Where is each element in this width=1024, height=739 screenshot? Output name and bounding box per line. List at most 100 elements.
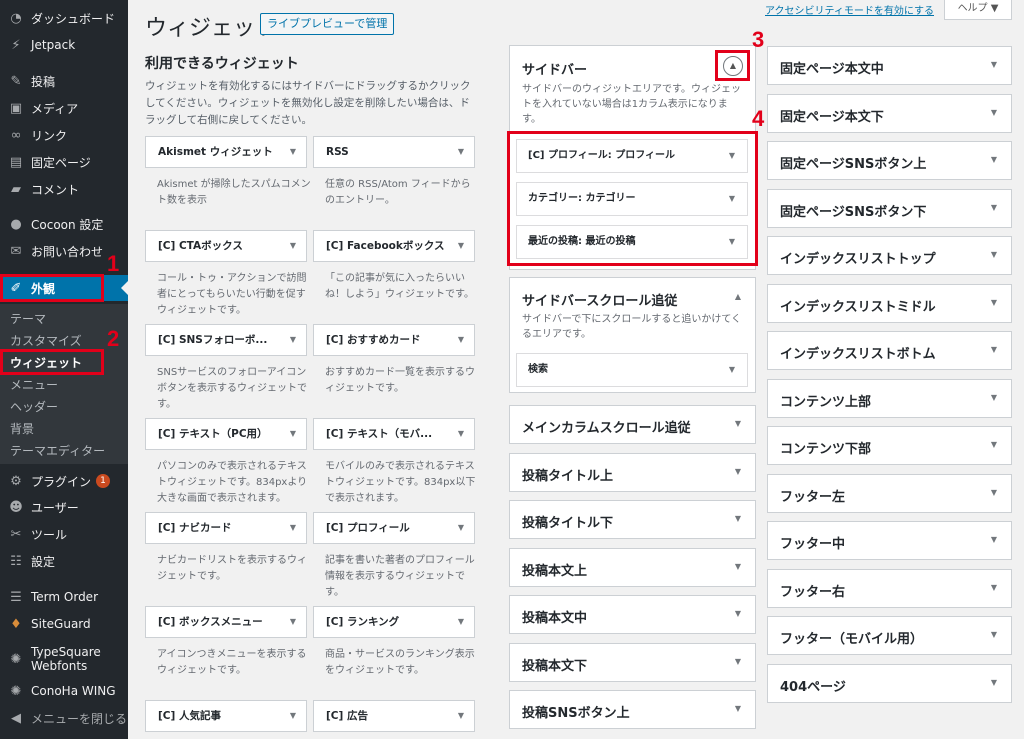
widget-area[interactable]: 固定ページSNSボタン上 ▼ xyxy=(767,141,1012,180)
menu-dashboard[interactable]: ◔ ダッシュボード xyxy=(0,5,128,31)
available-widget[interactable]: [C] 広告 ▼ xyxy=(313,700,475,732)
help-tab-button[interactable]: ヘルプ ▼ xyxy=(944,0,1012,20)
available-widget[interactable]: [C] プロフィール ▼ xyxy=(313,512,475,544)
submenu-customize[interactable]: カスタマイズ xyxy=(10,332,82,349)
expand-arrow-icon[interactable]: ▼ xyxy=(991,440,997,449)
menu-collapse[interactable]: ◀ メニューを閉じる xyxy=(0,705,128,731)
widget-expand-icon[interactable]: ▼ xyxy=(458,419,464,449)
widget-area[interactable]: 固定ページ本文中 ▼ xyxy=(767,46,1012,85)
widget-expand-icon[interactable]: ▼ xyxy=(458,231,464,261)
widget-area[interactable]: 投稿本文上 ▼ xyxy=(509,547,756,587)
available-widget[interactable]: [C] CTAボックス ▼ xyxy=(145,230,307,262)
widget-area[interactable]: コンテンツ上部 ▼ xyxy=(767,378,1012,418)
submenu-theme-editor[interactable]: テーマエディター xyxy=(10,442,105,459)
widget-area[interactable]: 404ページ ▼ xyxy=(767,663,1012,703)
widget-area[interactable]: コンテンツ下部 ▼ xyxy=(767,426,1012,465)
widget-expand-icon[interactable]: ▼ xyxy=(290,701,296,731)
menu-plugins[interactable]: ⚙ プラグイン 1 xyxy=(0,468,128,494)
widget-area[interactable]: 固定ページSNSボタン下 ▼ xyxy=(767,188,1012,228)
widget-area[interactable]: 投稿本文下 ▼ xyxy=(509,642,756,682)
widget-expand-icon[interactable]: ▼ xyxy=(290,325,296,355)
area-title[interactable]: サイドバースクロール追従 xyxy=(522,290,677,309)
widget-expand-icon[interactable]: ▼ xyxy=(458,701,464,731)
expand-arrow-icon[interactable]: ▼ xyxy=(991,678,997,687)
menu-links[interactable]: ∞ リンク xyxy=(0,122,128,148)
expand-arrow-icon[interactable]: ▼ xyxy=(991,108,997,117)
widget-expand-icon[interactable]: ▼ xyxy=(458,325,464,355)
widget-area[interactable]: インデックスリストミドル ▼ xyxy=(767,283,1012,323)
widget-expand-icon[interactable]: ▼ xyxy=(290,419,296,449)
menu-typesquare[interactable]: ✺ TypeSquare Webfonts xyxy=(0,642,128,676)
expand-arrow-icon[interactable]: ▼ xyxy=(991,60,997,69)
submenu-menus[interactable]: メニュー xyxy=(10,376,58,393)
expand-arrow-icon[interactable]: ▼ xyxy=(735,467,741,476)
menu-posts[interactable]: ✎ 投稿 xyxy=(0,68,128,94)
submenu-header[interactable]: ヘッダー xyxy=(10,398,58,415)
menu-comments[interactable]: ▰ コメント xyxy=(0,176,128,202)
expand-arrow-icon[interactable]: ▼ xyxy=(991,393,997,402)
expand-arrow-icon[interactable]: ▼ xyxy=(991,630,997,639)
expand-arrow-icon[interactable]: ▼ xyxy=(991,155,997,164)
widget-area[interactable]: 投稿タイトル下 ▼ xyxy=(509,500,756,539)
widget-area[interactable]: 投稿タイトル上 ▼ xyxy=(509,452,756,492)
widget-expand-icon[interactable]: ▼ xyxy=(290,137,296,167)
expand-arrow-icon[interactable]: ▼ xyxy=(991,203,997,212)
widget-expand-icon[interactable]: ▼ xyxy=(729,354,735,386)
menu-term-order[interactable]: ☰ Term Order xyxy=(0,584,128,610)
expand-arrow-icon[interactable]: ▼ xyxy=(991,583,997,592)
expand-arrow-icon[interactable]: ▼ xyxy=(991,535,997,544)
menu-media[interactable]: ▣ メディア xyxy=(0,95,128,121)
submenu-themes[interactable]: テーマ xyxy=(10,310,46,327)
menu-tools[interactable]: ✂ ツール xyxy=(0,521,128,547)
available-widget[interactable]: [C] 人気記事 ▼ xyxy=(145,700,307,732)
expand-arrow-icon[interactable]: ▼ xyxy=(991,345,997,354)
expand-arrow-icon[interactable]: ▼ xyxy=(991,250,997,259)
widget-area[interactable]: メインカラムスクロール追従 ▼ xyxy=(509,405,756,444)
widget-area[interactable]: フッター右 ▼ xyxy=(767,568,1012,608)
menu-conoha[interactable]: ✺ ConoHa WING xyxy=(0,678,128,704)
expand-arrow-icon[interactable]: ▼ xyxy=(991,298,997,307)
expand-arrow-icon[interactable]: ▼ xyxy=(735,562,741,571)
widget-expand-icon[interactable]: ▼ xyxy=(290,607,296,637)
accessibility-mode-link[interactable]: アクセシビリティモードを有効にする xyxy=(765,2,934,17)
collapse-arrow-icon[interactable]: ▲ xyxy=(735,292,741,301)
menu-settings[interactable]: ☷ 設定 xyxy=(0,548,128,574)
widget-expand-icon[interactable]: ▼ xyxy=(290,513,296,543)
widget-area[interactable]: フッター左 ▼ xyxy=(767,473,1012,513)
widget-area[interactable]: 固定ページ本文下 ▼ xyxy=(767,93,1012,133)
submenu-background[interactable]: 背景 xyxy=(10,420,34,437)
expand-arrow-icon[interactable]: ▼ xyxy=(991,488,997,497)
expand-arrow-icon[interactable]: ▼ xyxy=(735,657,741,666)
available-widget[interactable]: [C] Facebookボックス ▼ xyxy=(313,230,475,262)
widget-expand-icon[interactable]: ▼ xyxy=(458,137,464,167)
available-widget[interactable]: [C] SNSフォローボ... ▼ xyxy=(145,324,307,356)
available-widget[interactable]: Akismet ウィジェット ▼ xyxy=(145,136,307,168)
available-widget[interactable]: [C] テキスト（PC用） ▼ xyxy=(145,418,307,450)
expand-arrow-icon[interactable]: ▼ xyxy=(735,704,741,713)
widget-area[interactable]: フッター（モバイル用） ▼ xyxy=(767,616,1012,655)
available-widget[interactable]: [C] ナビカード ▼ xyxy=(145,512,307,544)
widget-area[interactable]: フッター中 ▼ xyxy=(767,521,1012,560)
menu-pages[interactable]: ▤ 固定ページ xyxy=(0,149,128,175)
available-widget[interactable]: [C] ランキング ▼ xyxy=(313,606,475,638)
widget-area[interactable]: インデックスリストトップ ▼ xyxy=(767,236,1012,275)
available-widget[interactable]: [C] テキスト（モバ... ▼ xyxy=(313,418,475,450)
live-preview-button[interactable]: ライブプレビューで管理 xyxy=(260,13,395,35)
area-title[interactable]: サイドバー xyxy=(522,59,587,78)
available-widget[interactable]: RSS ▼ xyxy=(313,136,475,168)
widget-area[interactable]: 投稿本文中 ▼ xyxy=(509,595,756,634)
widget-expand-icon[interactable]: ▼ xyxy=(290,231,296,261)
placed-widget-search[interactable]: 検索 ▼ xyxy=(516,353,748,387)
menu-jetpack[interactable]: ⚡ Jetpack xyxy=(0,32,128,58)
widget-area[interactable]: インデックスリストボトム ▼ xyxy=(767,331,1012,370)
menu-siteguard[interactable]: ♦ SiteGuard xyxy=(0,611,128,637)
menu-cocoon[interactable]: ● Cocoon 設定 xyxy=(0,211,128,237)
available-widget[interactable]: [C] ボックスメニュー ▼ xyxy=(145,606,307,638)
widget-expand-icon[interactable]: ▼ xyxy=(458,607,464,637)
expand-arrow-icon[interactable]: ▼ xyxy=(735,609,741,618)
expand-arrow-icon[interactable]: ▼ xyxy=(735,514,741,523)
menu-users[interactable]: ☻ ユーザー xyxy=(0,494,128,520)
widget-expand-icon[interactable]: ▼ xyxy=(458,513,464,543)
widget-area[interactable]: 投稿SNSボタン上 ▼ xyxy=(509,690,756,729)
expand-arrow-icon[interactable]: ▼ xyxy=(735,419,741,428)
